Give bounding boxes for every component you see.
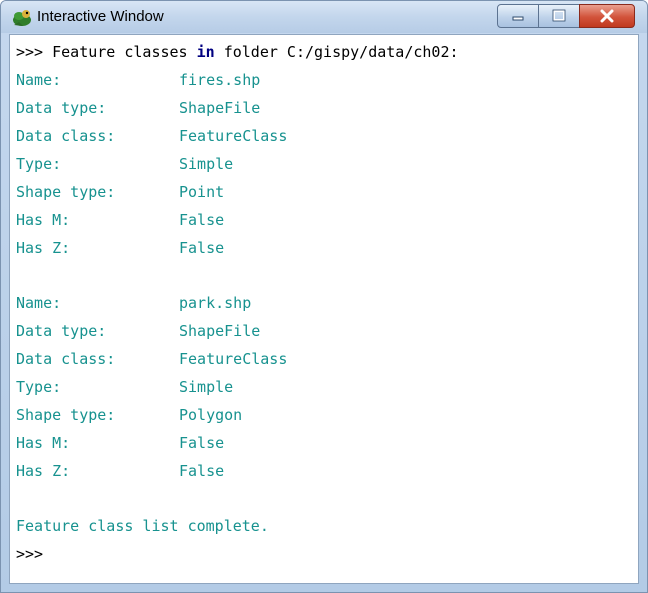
field-line: Shape type: Polygon — [16, 401, 638, 429]
field-value: False — [179, 239, 225, 257]
close-icon — [600, 9, 614, 23]
pythonwin-app-icon — [13, 10, 31, 26]
field-label: Shape type: — [16, 183, 116, 201]
console-output: >>> Feature classes in folder C:/gispy/d… — [16, 38, 638, 568]
field-label: Type: — [16, 378, 62, 396]
header-text-after: folder C:/gispy/data/ch02: — [223, 43, 459, 61]
field-value: fires.shp — [179, 71, 261, 89]
records-block: Name: fires.shp Data type: ShapeFile Data cl… — [16, 66, 638, 512]
field-line: Data class: FeatureClass — [16, 122, 638, 150]
field-line: Name: fires.shp — [16, 66, 638, 94]
field-label: Name: — [16, 294, 62, 312]
field-value: False — [179, 434, 225, 452]
field-line: Has M: False — [16, 206, 638, 234]
field-label: Has Z: — [16, 462, 71, 480]
minimize-icon — [512, 16, 524, 21]
field-line: Type: Simple — [16, 373, 638, 401]
field-label: Shape type: — [16, 406, 116, 424]
footer-line: Feature class list complete. — [16, 517, 269, 535]
field-line: Name: park.shp — [16, 289, 638, 317]
field-value: Point — [179, 183, 225, 201]
field-line: Has M: False — [16, 429, 638, 457]
field-label: Data class: — [16, 350, 116, 368]
field-line: Has Z: False — [16, 234, 638, 262]
field-line: Shape type: Point — [16, 178, 638, 206]
field-line: Data type: ShapeFile — [16, 317, 638, 345]
header-line: >>> Feature classes in folder C:/gispy/d… — [16, 38, 638, 66]
field-value: FeatureClass — [179, 127, 288, 145]
field-label: Data class: — [16, 127, 116, 145]
maximize-icon — [552, 9, 566, 22]
field-label: Has M: — [16, 434, 71, 452]
header-text-before: Feature classes — [52, 43, 188, 61]
keyword-in: in — [196, 43, 215, 61]
minimize-button[interactable] — [497, 4, 539, 28]
field-value: Simple — [179, 155, 234, 173]
field-line: Data type: ShapeFile — [16, 94, 638, 122]
field-label: Type: — [16, 155, 62, 173]
console-pane[interactable]: >>> Feature classes in folder C:/gispy/d… — [9, 34, 639, 584]
field-label: Has Z: — [16, 239, 71, 257]
final-prompt[interactable]: >>> — [16, 540, 638, 568]
field-label: Has M: — [16, 211, 71, 229]
field-label: Data type: — [16, 99, 107, 117]
window-title: Interactive Window — [37, 8, 164, 25]
field-value: FeatureClass — [179, 350, 288, 368]
close-button[interactable] — [579, 4, 635, 28]
field-value: park.shp — [179, 294, 252, 312]
field-line: Has Z: False — [16, 457, 638, 485]
field-label: Data type: — [16, 322, 107, 340]
field-line: Data class: FeatureClass — [16, 345, 638, 373]
field-value: ShapeFile — [179, 99, 261, 117]
field-value: Polygon — [179, 406, 243, 424]
field-value: Simple — [179, 378, 234, 396]
maximize-button[interactable] — [538, 4, 580, 28]
field-value: False — [179, 211, 225, 229]
field-value: False — [179, 462, 225, 480]
field-value: ShapeFile — [179, 322, 261, 340]
title-bar[interactable]: Interactive Window — [1, 1, 647, 33]
field-line: Type: Simple — [16, 150, 638, 178]
prompt: >>> — [16, 43, 44, 61]
interactive-window: Interactive Window >>> Feature classes i… — [0, 0, 648, 593]
field-label: Name: — [16, 71, 62, 89]
